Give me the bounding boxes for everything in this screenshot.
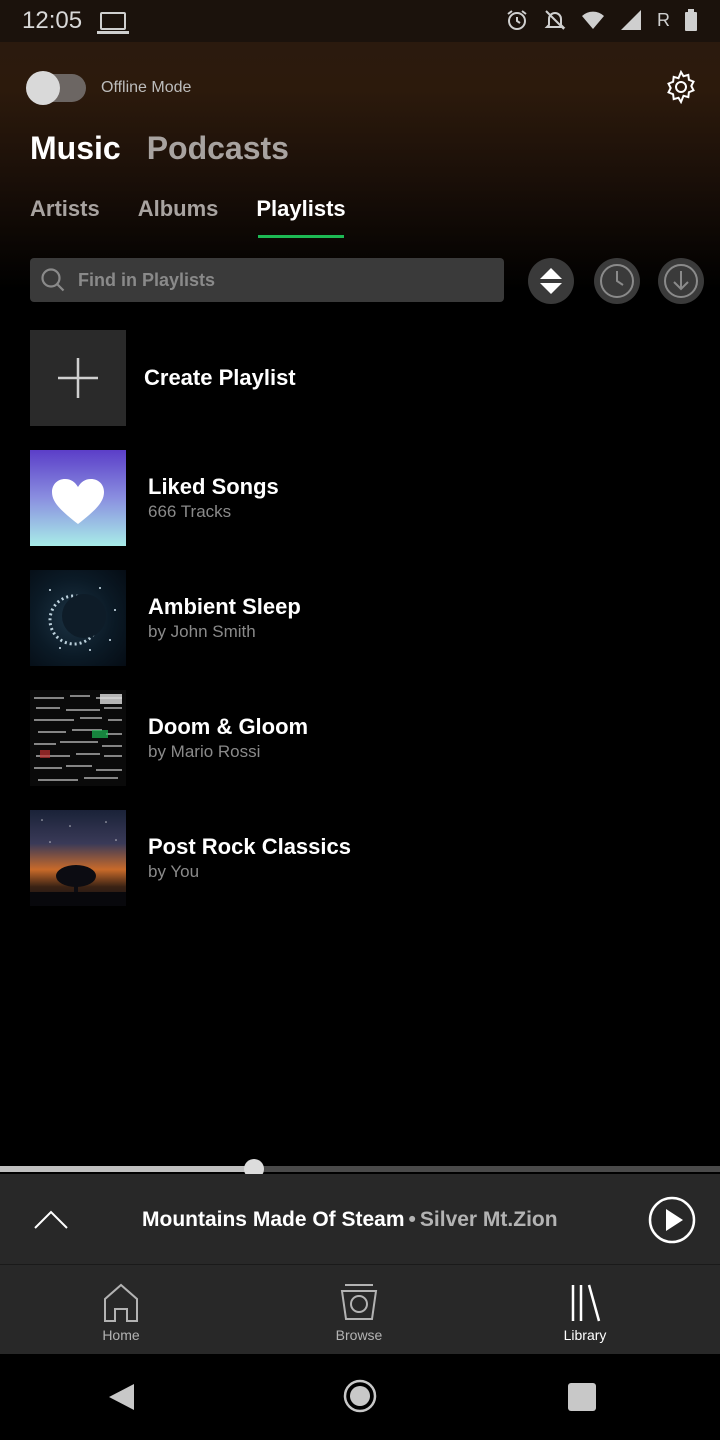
heart-icon	[52, 479, 104, 524]
search-box[interactable]	[30, 258, 504, 302]
status-icons: R	[505, 8, 698, 32]
browse-icon	[340, 1284, 378, 1320]
now-playing-bar[interactable]: Mountains Made Of Steam • Silver Mt.Zion	[0, 1174, 720, 1264]
playlist-subtitle: by You	[148, 862, 200, 881]
battery-icon	[685, 9, 697, 31]
tab-music[interactable]: Music	[30, 130, 121, 167]
tab-artists[interactable]: Artists	[30, 196, 100, 236]
playlist-title: Doom & Gloom	[148, 714, 309, 739]
carrier-letter: R	[657, 9, 670, 30]
main-tabs: Music Podcasts	[30, 130, 289, 167]
list-item[interactable]: Liked Songs 666 Tracks	[30, 450, 690, 546]
playlist-subtitle: by Mario Rossi	[148, 742, 261, 761]
nav-library-label: Library	[563, 1327, 607, 1343]
playlist-title: Liked Songs	[148, 474, 279, 499]
wifi-icon	[582, 11, 604, 29]
sort-button[interactable]	[528, 258, 574, 304]
recents-square-icon[interactable]	[567, 1382, 597, 1412]
home-circle-icon[interactable]	[343, 1379, 377, 1413]
home-icon	[104, 1283, 138, 1322]
recent-clock-icon	[600, 264, 634, 298]
now-playing-text: Mountains Made Of Steam • Silver Mt.Zion	[142, 1208, 558, 1232]
system-navigation-bar	[0, 1354, 720, 1440]
search-input[interactable]	[78, 269, 478, 291]
playlist-cover-doom-gloom	[30, 690, 126, 786]
offline-mode-label: Offline Mode	[101, 79, 192, 96]
toggle-knob	[26, 71, 60, 105]
settings-gear-icon[interactable]	[664, 70, 698, 104]
recently-played-button[interactable]	[594, 258, 640, 304]
create-playlist-label: Create Playlist	[144, 365, 296, 390]
playlist-title: Post Rock Classics	[148, 834, 351, 859]
playlist-cover-liked-songs	[30, 450, 126, 546]
list-item[interactable]: Post Rock Classics by You	[30, 810, 690, 906]
create-playlist-row[interactable]: Create Playlist	[30, 330, 690, 426]
nav-home-label: Home	[102, 1327, 140, 1343]
tab-podcasts[interactable]: Podcasts	[147, 130, 289, 167]
nav-library[interactable]: Library	[525, 1281, 645, 1343]
tab-playlists[interactable]: Playlists	[256, 196, 346, 238]
playlist-cover-post-rock-classics	[30, 810, 126, 906]
list-item[interactable]: Ambient Sleep by John Smith	[30, 570, 690, 666]
download-icon	[664, 264, 698, 298]
play-button-icon[interactable]	[648, 1196, 696, 1244]
back-triangle-icon[interactable]	[106, 1382, 136, 1412]
now-playing-track: Mountains Made Of Steam	[142, 1208, 405, 1231]
offline-mode-row: Offline Mode	[26, 70, 192, 106]
offline-mode-toggle[interactable]	[26, 71, 86, 105]
bottom-navigation: Home Browse Library	[0, 1264, 720, 1354]
nav-browse-label: Browse	[335, 1327, 383, 1343]
nav-browse[interactable]: Browse	[299, 1281, 419, 1343]
playlist-subtitle: by John Smith	[148, 622, 256, 641]
now-playing-artist: Silver Mt.Zion	[419, 1208, 558, 1231]
status-bar: 12:05 R	[0, 0, 720, 42]
playback-progress-bar[interactable]	[0, 1159, 720, 1179]
plus-icon	[58, 358, 98, 398]
status-time: 12:05	[22, 7, 83, 34]
playlist-list: Create Playlist Liked Songs 666 Tracks A…	[30, 330, 690, 930]
playlist-subtitle: 666 Tracks	[148, 502, 232, 521]
sort-icon	[540, 268, 562, 294]
band-logo-collage-art	[34, 694, 122, 781]
library-icon	[571, 1284, 601, 1322]
tab-albums[interactable]: Albums	[138, 196, 219, 236]
progress-fill	[0, 1166, 255, 1172]
playlist-title: Ambient Sleep	[148, 594, 301, 619]
tree-night-sky-art	[30, 819, 126, 906]
now-playing-separator: •	[408, 1208, 416, 1231]
library-sub-tabs: Artists Albums Playlists	[30, 196, 346, 238]
list-item[interactable]: Doom & Gloom by Mario Rossi	[30, 690, 690, 786]
chevron-up-icon[interactable]	[32, 1204, 70, 1234]
create-playlist-tile	[30, 330, 126, 426]
playlist-cover-ambient-sleep	[30, 570, 126, 666]
cell-signal-icon	[621, 10, 641, 30]
search-icon	[41, 268, 65, 292]
notifications-off-icon	[544, 10, 566, 30]
downloaded-filter-button[interactable]	[658, 258, 704, 304]
crescent-moon-art	[48, 587, 116, 651]
cast-screen-icon	[97, 12, 130, 34]
alarm-icon	[507, 10, 527, 30]
nav-home[interactable]: Home	[61, 1281, 181, 1343]
